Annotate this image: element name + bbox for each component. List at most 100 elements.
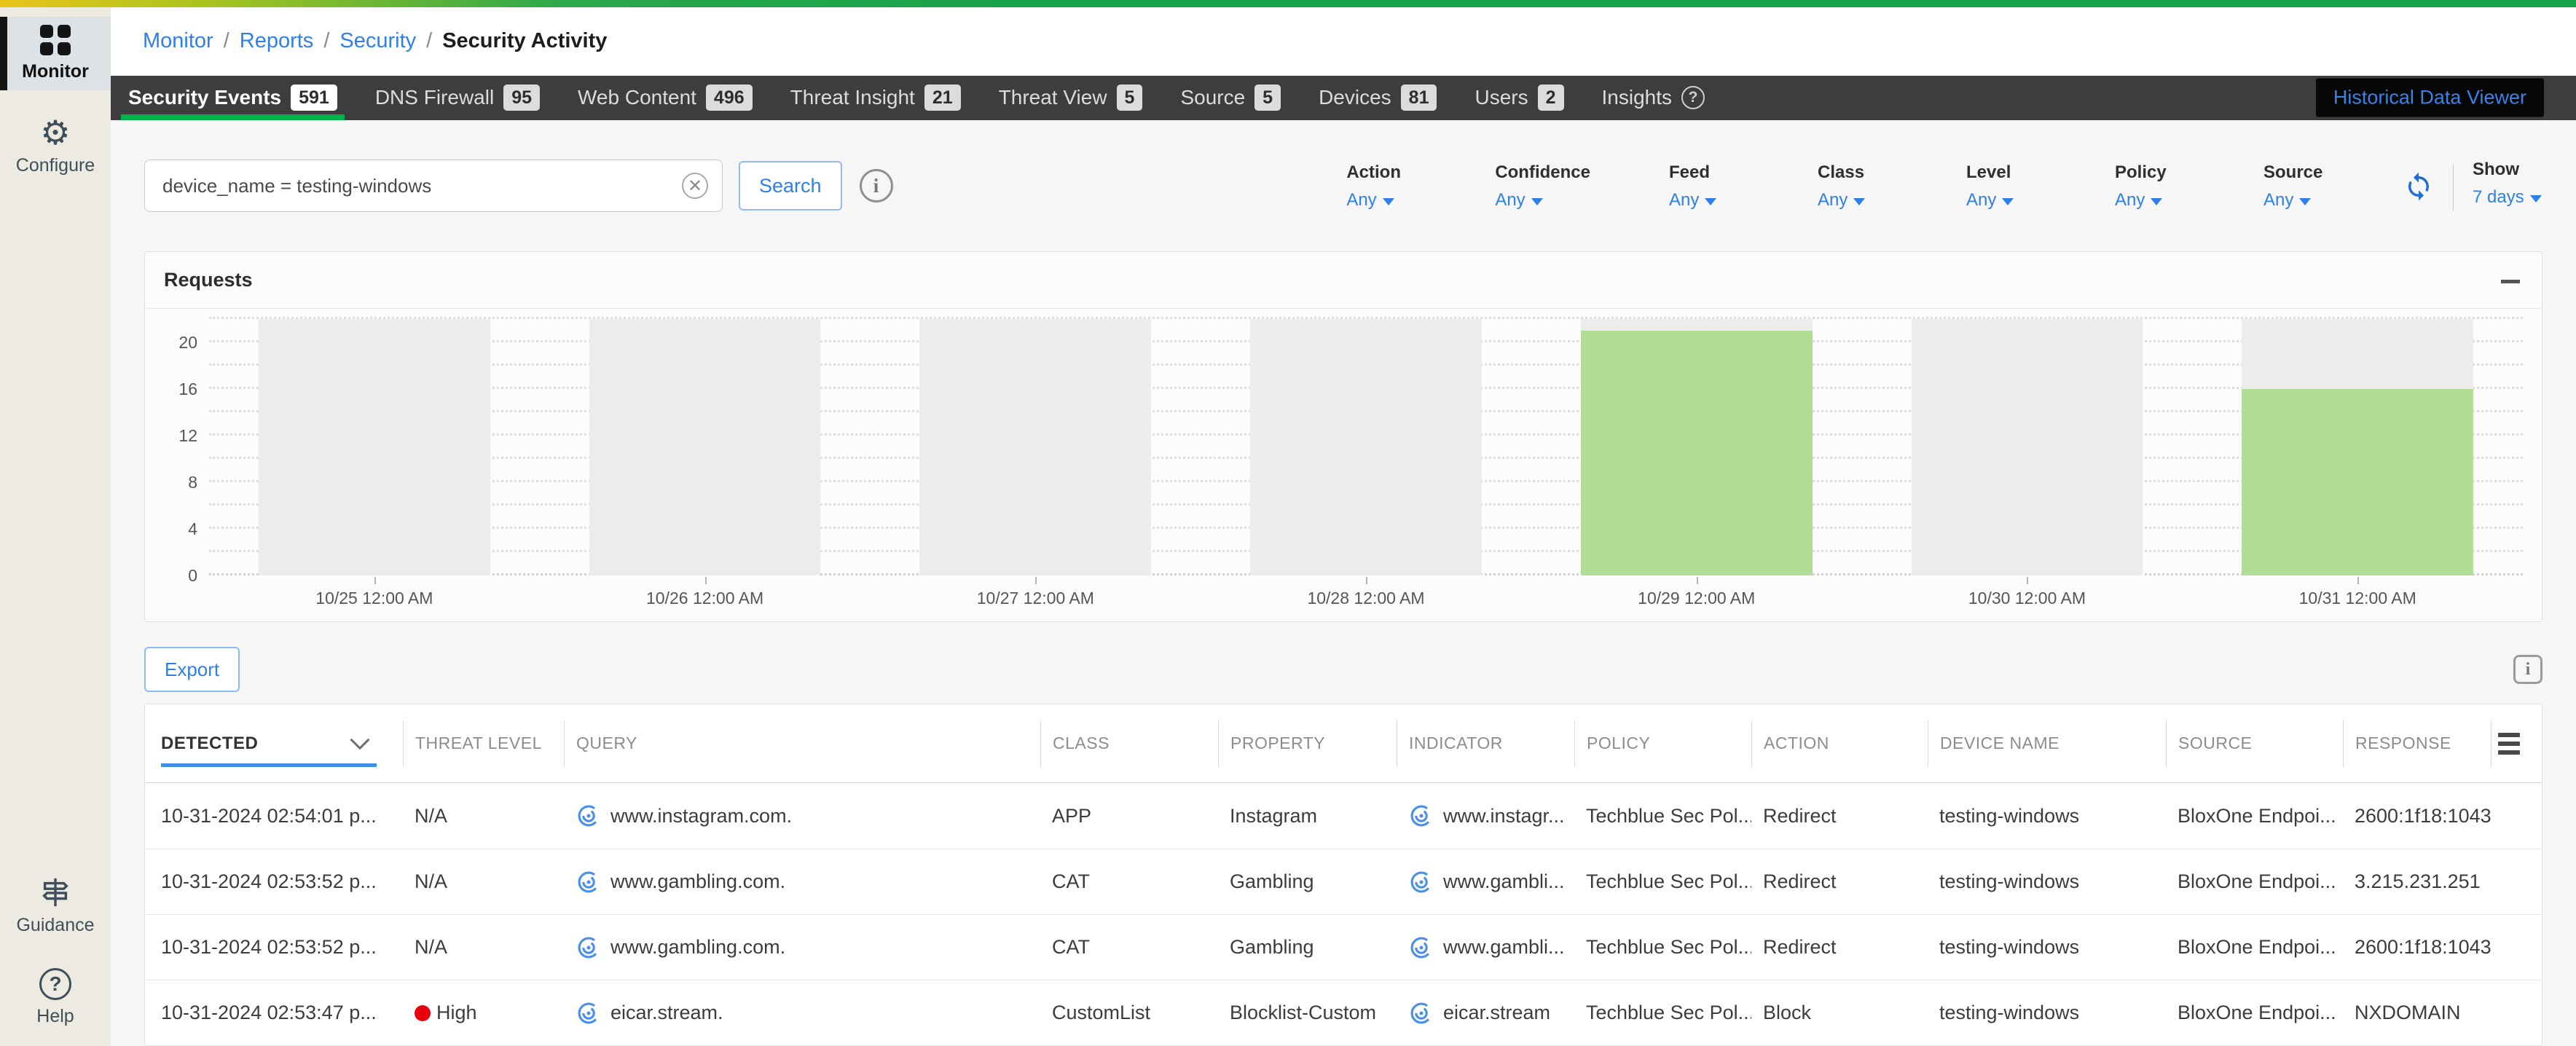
dossier-lookup-icon[interactable] — [576, 803, 602, 829]
table-info-icon[interactable]: i — [2513, 655, 2542, 684]
sidebar-item-label: Monitor — [22, 61, 89, 82]
column-header-policy[interactable]: Policy — [1574, 720, 1751, 767]
x-axis-tick — [2027, 577, 2028, 584]
tab-security-events[interactable]: Security Events 591 — [128, 76, 337, 120]
column-header-response[interactable]: Response — [2343, 720, 2491, 767]
dossier-lookup-icon[interactable] — [576, 935, 602, 961]
column-header-class[interactable]: Class — [1040, 720, 1218, 767]
help-circle-icon: ? — [1681, 86, 1705, 109]
sidebar-item-monitor[interactable]: Monitor — [0, 17, 111, 90]
tab-devices[interactable]: Devices81 — [1319, 76, 1437, 120]
column-header-source[interactable]: Source — [2166, 720, 2343, 767]
filter-level[interactable]: LevelAny — [1966, 162, 2036, 211]
tab-users[interactable]: Users2 — [1474, 76, 1563, 120]
signpost-icon — [39, 876, 72, 909]
breadcrumb-separator: / — [426, 29, 432, 52]
column-header-action[interactable]: Action — [1751, 720, 1928, 767]
y-axis-label: 16 — [162, 380, 197, 399]
tab-label: Security Events — [128, 86, 281, 109]
filter-selected-value: Any — [1346, 190, 1376, 211]
column-header-property[interactable]: Property — [1218, 720, 1397, 767]
tab-threat-view[interactable]: Threat View5 — [999, 76, 1143, 120]
tab-dns-firewall[interactable]: DNS Firewall95 — [375, 76, 540, 120]
table-row[interactable]: 10-31-2024 02:54:01 p...N/Awww.instagram… — [145, 783, 2542, 849]
tab-count-badge: 591 — [291, 84, 337, 111]
chart-day-column — [540, 319, 871, 575]
chart-title: Requests — [164, 269, 253, 291]
show-range-dropdown[interactable]: Show 7 days — [2473, 160, 2542, 208]
cell-text: 10-31-2024 02:53:52 p... — [161, 870, 377, 893]
cell-device_name: testing-windows — [1928, 805, 2166, 827]
breadcrumb-link-monitor[interactable]: Monitor — [143, 29, 213, 52]
export-button[interactable]: Export — [144, 647, 240, 692]
clear-search-icon[interactable]: ✕ — [682, 173, 708, 199]
cell-text: www.gambling.com. — [610, 936, 785, 959]
filter-value[interactable]: Any — [1966, 190, 2036, 211]
table-row[interactable]: 10-31-2024 02:53:47 p...Higheicar.stream… — [145, 980, 2542, 1045]
dossier-lookup-icon[interactable] — [576, 1000, 602, 1026]
cell-text: www.gambli... — [1443, 936, 1565, 959]
cell-text: Redirect — [1763, 936, 1837, 959]
filter-selected-value: Any — [1495, 190, 1525, 211]
search-input[interactable] — [144, 160, 723, 212]
collapse-panel-button[interactable] — [2498, 274, 2523, 287]
breadcrumb-current: Security Activity — [442, 29, 607, 52]
filter-value[interactable]: Any — [2115, 190, 2185, 211]
filter-feed[interactable]: FeedAny — [1669, 162, 1739, 211]
requests-bar[interactable] — [2242, 389, 2473, 575]
chart-day-column — [1862, 319, 2193, 575]
cell-indicator: www.gambli... — [1397, 935, 1574, 961]
chart-day-column — [2192, 319, 2523, 575]
cell-text: BloxOne Endpoi... — [2178, 870, 2336, 893]
cell-text: Techblue Sec Pol... — [1586, 805, 1751, 827]
dossier-lookup-icon[interactable] — [1408, 803, 1434, 829]
filter-value[interactable]: Any — [1818, 190, 1888, 211]
requests-panel: Requests 048121620 10/25 12:00 AM10/26 1… — [144, 251, 2542, 622]
sidebar-item-help[interactable]: ? Help — [0, 968, 111, 1027]
cell-response: 3.215.231.251 — [2343, 870, 2491, 893]
column-header-query[interactable]: Query — [564, 720, 1040, 767]
requests-bar[interactable] — [1581, 331, 1813, 575]
breadcrumb-link-security[interactable]: Security — [339, 29, 416, 52]
filter-value[interactable]: Any — [1495, 190, 1590, 211]
tab-count-badge: 81 — [1401, 84, 1437, 111]
tab-source[interactable]: Source5 — [1180, 76, 1281, 120]
cell-text: Techblue Sec Pol... — [1586, 1002, 1751, 1024]
tab-threat-insight[interactable]: Threat Insight21 — [790, 76, 961, 120]
column-header-threat-level[interactable]: Threat Level — [403, 720, 564, 767]
column-settings-button[interactable] — [2491, 720, 2524, 767]
filter-value[interactable]: Any — [1669, 190, 1739, 211]
refresh-button[interactable] — [2403, 171, 2434, 205]
filter-action[interactable]: ActionAny — [1346, 162, 1416, 211]
cell-response: NXDOMAIN — [2343, 1002, 2491, 1024]
breadcrumb-link-reports[interactable]: Reports — [240, 29, 314, 52]
search-button[interactable]: Search — [739, 161, 842, 211]
sidebar-item-guidance[interactable]: Guidance — [0, 876, 111, 936]
table-row[interactable]: 10-31-2024 02:53:52 p...N/Awww.gambling.… — [145, 849, 2542, 914]
column-header-indicator[interactable]: Indicator — [1397, 720, 1574, 767]
cell-text: 2600:1f18:1043... — [2355, 936, 2491, 959]
dossier-lookup-icon[interactable] — [576, 869, 602, 895]
filter-value[interactable]: Any — [2263, 190, 2333, 211]
search-info-icon[interactable]: i — [860, 169, 893, 202]
filter-class[interactable]: ClassAny — [1818, 162, 1888, 211]
high-severity-dot — [415, 1005, 431, 1021]
dossier-lookup-icon[interactable] — [1408, 935, 1434, 961]
filter-value[interactable]: Any — [1346, 190, 1416, 211]
historical-data-viewer-button[interactable]: Historical Data Viewer — [2316, 79, 2544, 117]
dossier-lookup-icon[interactable] — [1408, 869, 1434, 895]
column-header-device-name[interactable]: Device Name — [1928, 720, 2166, 767]
filter-source[interactable]: SourceAny — [2263, 162, 2333, 211]
tab-insights[interactable]: Insights? — [1602, 76, 1705, 120]
table-row[interactable]: 10-31-2024 02:53:52 p...N/Awww.gambling.… — [145, 914, 2542, 980]
tab-label: Threat Insight — [790, 86, 915, 109]
filter-policy[interactable]: PolicyAny — [2115, 162, 2185, 211]
sort-chevron-icon[interactable] — [349, 736, 371, 751]
cell-property: Instagram — [1218, 805, 1397, 827]
tab-web-content[interactable]: Web Content496 — [578, 76, 753, 120]
cell-text: Gambling — [1230, 870, 1314, 893]
dossier-lookup-icon[interactable] — [1408, 1000, 1434, 1026]
column-header-detected[interactable]: Detected — [145, 720, 403, 767]
filter-confidence[interactable]: ConfidenceAny — [1495, 162, 1590, 211]
sidebar-item-configure[interactable]: ⚙ Configure — [0, 111, 111, 181]
